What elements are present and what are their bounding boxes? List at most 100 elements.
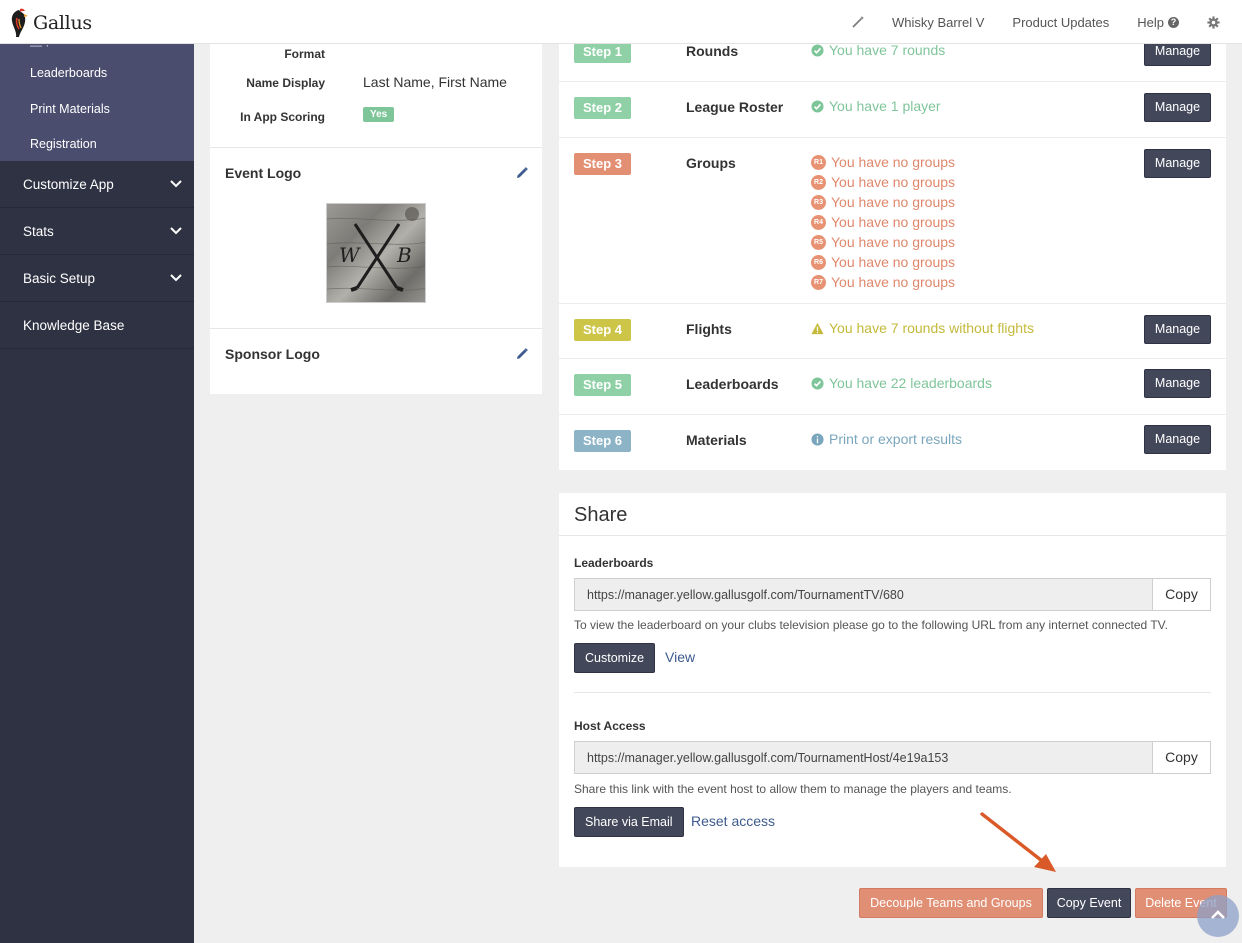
- help-link[interactable]: Help ?: [1137, 15, 1179, 30]
- step-status-text: You have no groups: [831, 194, 956, 210]
- view-link[interactable]: View: [665, 649, 695, 665]
- step-name: League Roster: [686, 99, 784, 115]
- question-circle-icon: ?: [1168, 16, 1179, 28]
- step-status-text: You have 7 rounds: [829, 42, 946, 58]
- sidebar-item-customize-app[interactable]: Customize App: [0, 161, 194, 208]
- step-status-text: You have 22 leaderboards: [829, 375, 992, 391]
- step-name: Groups: [686, 155, 736, 171]
- name-display-label: Name Display: [246, 76, 325, 90]
- top-bar: Gallus Whisky Barrel V Product Updates H…: [0, 0, 1242, 44]
- step-status: You have 22 leaderboards: [811, 375, 992, 391]
- step-badge: Step 6: [574, 430, 631, 452]
- sidebar-item-stats[interactable]: Stats: [0, 208, 194, 255]
- step-status-round: R4 You have no groups: [811, 214, 955, 230]
- share-via-email-button[interactable]: Share via Email: [574, 807, 684, 837]
- name-display-value: Last Name, First Name: [363, 74, 507, 90]
- step-status-round: R6 You have no groups: [811, 254, 955, 270]
- reset-access-link[interactable]: Reset access: [691, 813, 775, 829]
- customize-button[interactable]: Customize: [574, 643, 656, 673]
- step-status-text: You have no groups: [831, 274, 956, 290]
- step-name: Rounds: [686, 43, 739, 59]
- event-details-card: Format Name Display Last Name, First Nam…: [210, 44, 542, 394]
- step-status-round: R2 You have no groups: [811, 174, 955, 190]
- manage-roster-button[interactable]: Manage: [1144, 93, 1211, 122]
- sponsor-logo-title: Sponsor Logo: [225, 346, 320, 362]
- chevron-down-icon: [170, 180, 182, 188]
- step-status-round: R7 You have no groups: [811, 274, 955, 290]
- share-title: Share: [574, 504, 628, 526]
- leaderboards-url-input[interactable]: [574, 578, 1152, 611]
- product-updates-link[interactable]: Product Updates: [1012, 15, 1109, 30]
- divider: [210, 147, 542, 148]
- step-status-round: R3 You have no groups: [811, 194, 955, 210]
- scroll-to-top-button[interactable]: [1197, 895, 1239, 937]
- round-tag: R6: [811, 254, 826, 270]
- host-access-url-input[interactable]: [574, 741, 1152, 774]
- step-badge: Step 2: [574, 97, 631, 119]
- settings-button[interactable]: [1207, 15, 1220, 29]
- copy-event-button[interactable]: Copy Event: [1047, 888, 1131, 918]
- step-row-materials: Step 6 Materials Print or export results…: [559, 415, 1226, 470]
- manage-materials-button[interactable]: Manage: [1144, 425, 1211, 454]
- submenu-cut-item: — ·: [30, 44, 50, 52]
- step-status: You have 7 rounds without flights: [811, 320, 1034, 336]
- pencil-icon[interactable]: [516, 167, 528, 179]
- step-badge: Step 1: [574, 41, 631, 63]
- step-name: Leaderboards: [686, 376, 779, 392]
- sidebar-submenu: — · Leaderboards Print Materials Registr…: [0, 44, 194, 161]
- step-status-round: R1 You have no groups: [811, 154, 955, 170]
- host-access-help-text: Share this link with the event host to a…: [574, 782, 1012, 796]
- round-tag: R7: [811, 274, 826, 290]
- logo-initial-w: W: [339, 243, 361, 267]
- magic-wand-icon: [852, 16, 864, 28]
- step-name: Flights: [686, 321, 732, 337]
- in-app-scoring-badge: Yes: [363, 107, 395, 122]
- sidebar-item-label: Customize App: [23, 176, 114, 192]
- format-label: Format: [284, 47, 325, 61]
- chevron-down-icon: [170, 227, 182, 235]
- step-status-text: Print or export results: [829, 431, 963, 447]
- manage-flights-button[interactable]: Manage: [1144, 315, 1211, 344]
- sidebar-item-leaderboards[interactable]: Leaderboards: [30, 66, 107, 80]
- brand-name: Gallus: [33, 12, 92, 34]
- golf-clubs-logo-icon: W B: [327, 207, 425, 292]
- share-card: Share Leaderboards Copy To view the lead…: [559, 493, 1226, 867]
- divider: [559, 535, 1226, 536]
- step-status-round: R5 You have no groups: [811, 234, 955, 250]
- step-status-text: You have no groups: [831, 214, 956, 230]
- top-nav: Whisky Barrel V Product Updates Help ?: [824, 0, 1220, 44]
- check-circle-icon: [811, 43, 824, 57]
- check-circle-icon: [811, 376, 824, 390]
- round-tag: R3: [811, 194, 826, 210]
- sidebar-item-basic-setup[interactable]: Basic Setup: [0, 255, 194, 302]
- magic-wand-button[interactable]: [852, 16, 864, 28]
- chevron-down-icon: [170, 274, 182, 282]
- step-status-text: You have no groups: [831, 174, 956, 190]
- manage-leaderboards-button[interactable]: Manage: [1144, 369, 1211, 398]
- help-label: Help: [1137, 14, 1164, 30]
- step-badge: Step 4: [574, 319, 631, 341]
- decouple-teams-groups-button[interactable]: Decouple Teams and Groups: [859, 888, 1043, 918]
- sidebar-item-knowledge-base[interactable]: Knowledge Base: [0, 302, 194, 349]
- step-status-text: You have no groups: [831, 154, 956, 170]
- pencil-icon[interactable]: [516, 348, 528, 360]
- copy-leaderboards-url-button[interactable]: Copy: [1152, 578, 1211, 611]
- leaderboards-url-label: Leaderboards: [574, 556, 654, 570]
- round-tag: R2: [811, 174, 826, 190]
- copy-host-url-button[interactable]: Copy: [1152, 741, 1211, 774]
- setup-steps-card: Step 1 Rounds You have 7 rounds Manage S…: [559, 26, 1226, 470]
- brand[interactable]: Gallus: [8, 8, 92, 38]
- divider: [210, 328, 542, 329]
- sidebar: — · Leaderboards Print Materials Registr…: [0, 44, 194, 943]
- step-status-text: You have no groups: [831, 234, 956, 250]
- step-status-text: You have no groups: [831, 254, 956, 270]
- step-badge: Step 3: [574, 153, 631, 175]
- warning-triangle-icon: [811, 322, 824, 334]
- sidebar-item-print-materials[interactable]: Print Materials: [30, 102, 110, 116]
- info-circle-icon: [811, 432, 824, 446]
- sidebar-item-registration[interactable]: Registration: [30, 137, 97, 151]
- manage-groups-button[interactable]: Manage: [1144, 149, 1211, 178]
- event-logo-title: Event Logo: [225, 165, 302, 181]
- step-status-text: You have 1 player: [829, 98, 941, 114]
- event-name-link[interactable]: Whisky Barrel V: [892, 15, 984, 30]
